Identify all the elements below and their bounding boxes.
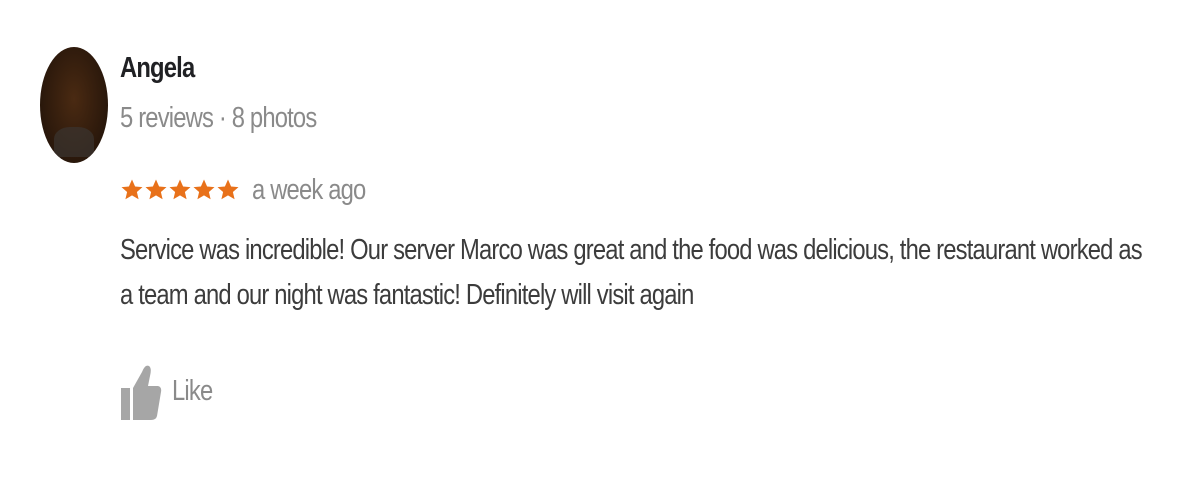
review-card: Angela 5 reviews · 8 photos a week ago S… — [0, 0, 1200, 490]
author-meta: 5 reviews · 8 photos — [120, 102, 317, 134]
rating-row: a week ago — [120, 170, 390, 210]
like-button[interactable]: Like — [120, 360, 221, 422]
star-icon — [193, 179, 215, 200]
like-label: Like — [172, 374, 213, 407]
author-name[interactable]: Angela — [120, 52, 195, 85]
star-icon — [121, 179, 143, 200]
review-text: Service was incredible! Our server Marco… — [120, 234, 1143, 311]
star-icon — [217, 179, 239, 200]
star-rating — [120, 178, 240, 202]
star-icon — [145, 179, 167, 200]
thumbs-up-icon — [121, 365, 162, 420]
star-icon — [169, 179, 191, 200]
review-time: a week ago — [252, 173, 366, 206]
avatar[interactable] — [40, 47, 108, 163]
